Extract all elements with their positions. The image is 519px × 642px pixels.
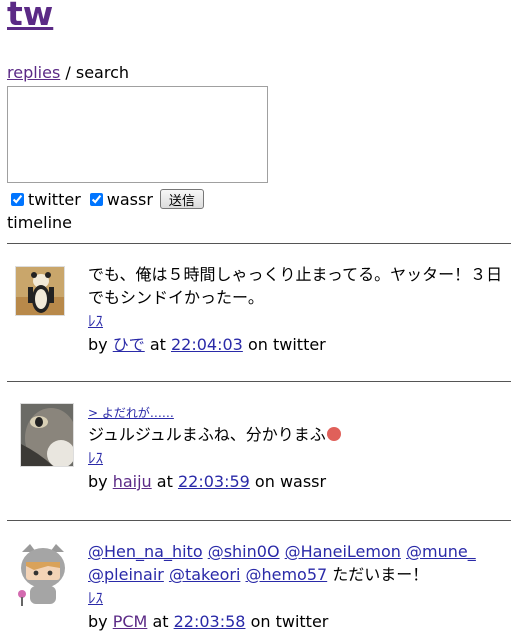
twitter-checkbox[interactable] bbox=[11, 192, 24, 206]
reply-to-link[interactable]: > よだれが…… bbox=[88, 406, 174, 420]
meta-by: by bbox=[88, 612, 108, 631]
user-avatar[interactable] bbox=[20, 403, 74, 467]
avatar-image bbox=[21, 404, 73, 466]
entry-body: > よだれが…… ジュルジュルまふね、分かりまふ ﾚｽ by haiju at … bbox=[88, 403, 508, 493]
meta-by: by bbox=[88, 335, 108, 354]
mention-link[interactable]: @mune_ bbox=[406, 542, 476, 561]
timestamp-link[interactable]: 22:04:03 bbox=[171, 335, 243, 354]
meta-by: by bbox=[88, 472, 108, 491]
entry-text: @Hen_na_hito @shin0O @HaneiLemon @mune_ … bbox=[88, 540, 508, 586]
user-link[interactable]: ひで bbox=[113, 335, 145, 354]
meta-at: at bbox=[156, 472, 173, 491]
submit-button[interactable]: 送信 bbox=[159, 189, 204, 209]
reply-link[interactable]: ﾚｽ bbox=[88, 312, 103, 330]
separator bbox=[7, 520, 511, 521]
reply-link[interactable]: ﾚｽ bbox=[88, 589, 103, 607]
wassr-option[interactable]: wassr bbox=[86, 190, 153, 209]
search-label: search bbox=[75, 63, 130, 82]
replies-link[interactable]: replies bbox=[7, 63, 60, 82]
mention-link[interactable]: @takeori bbox=[169, 565, 240, 584]
separator bbox=[7, 381, 511, 382]
user-link[interactable]: PCM bbox=[113, 612, 148, 631]
mention-link[interactable]: @HaneiLemon bbox=[285, 542, 401, 561]
mention-link[interactable]: @Hen_na_hito bbox=[88, 542, 203, 561]
nav-separator: / bbox=[65, 63, 71, 82]
meta-on: on bbox=[247, 335, 268, 354]
timeline-heading: timeline bbox=[7, 213, 73, 232]
avatar-image bbox=[16, 267, 64, 315]
entry-meta: by ひで at 22:04:03 on twitter bbox=[88, 333, 508, 356]
entry-text-content: ジュルジュルまふね、分かりまふ bbox=[88, 425, 326, 444]
timestamp-link[interactable]: 22:03:58 bbox=[174, 612, 246, 631]
entry-body: @Hen_na_hito @shin0O @HaneiLemon @mune_ … bbox=[88, 540, 508, 633]
entry-meta: by PCM at 22:03:58 on twitter bbox=[88, 610, 508, 633]
mention-link[interactable]: @hemo57 bbox=[245, 565, 327, 584]
wassr-checkbox[interactable] bbox=[89, 192, 103, 206]
mention-link[interactable]: @shin0O bbox=[208, 542, 280, 561]
reply-link[interactable]: ﾚｽ bbox=[88, 449, 103, 467]
twitter-option[interactable]: twitter bbox=[7, 190, 81, 209]
service-name: wassr bbox=[279, 472, 327, 491]
entry-text: ジュルジュルまふね、分かりまふ bbox=[88, 423, 508, 446]
timestamp-link[interactable]: 22:03:59 bbox=[178, 472, 250, 491]
emoji-icon bbox=[326, 427, 341, 441]
avatar-image bbox=[14, 542, 72, 608]
status-input[interactable] bbox=[7, 86, 268, 183]
entry-text-content: ただいまー！ bbox=[332, 565, 429, 584]
reply-to: > よだれが…… bbox=[88, 403, 508, 423]
wassr-label: wassr bbox=[106, 189, 153, 209]
meta-at: at bbox=[152, 612, 169, 631]
meta-at: at bbox=[149, 335, 166, 354]
nav-bar: replies / search bbox=[7, 63, 129, 82]
user-avatar[interactable] bbox=[15, 266, 65, 316]
user-link[interactable]: haiju bbox=[113, 472, 152, 491]
app-title-link[interactable]: tw bbox=[7, 0, 53, 33]
separator bbox=[7, 243, 511, 244]
entry-meta: by haiju at 22:03:59 on wassr bbox=[88, 470, 508, 493]
service-name: twitter bbox=[272, 335, 326, 354]
service-name: twitter bbox=[275, 612, 329, 631]
entry-body: でも、俺は５時間しゃっくり止まってる。ヤッター！３日でもシンドイかったー。 ﾚｽ… bbox=[88, 263, 508, 356]
twitter-label: twitter bbox=[28, 189, 81, 209]
user-avatar[interactable] bbox=[14, 542, 72, 608]
meta-on: on bbox=[250, 612, 271, 631]
meta-on: on bbox=[254, 472, 275, 491]
post-options: twitter wassr 送信 bbox=[7, 189, 204, 209]
entry-text: でも、俺は５時間しゃっくり止まってる。ヤッター！３日でもシンドイかったー。 bbox=[88, 265, 503, 307]
mention-link[interactable]: @pleinair bbox=[88, 565, 164, 584]
